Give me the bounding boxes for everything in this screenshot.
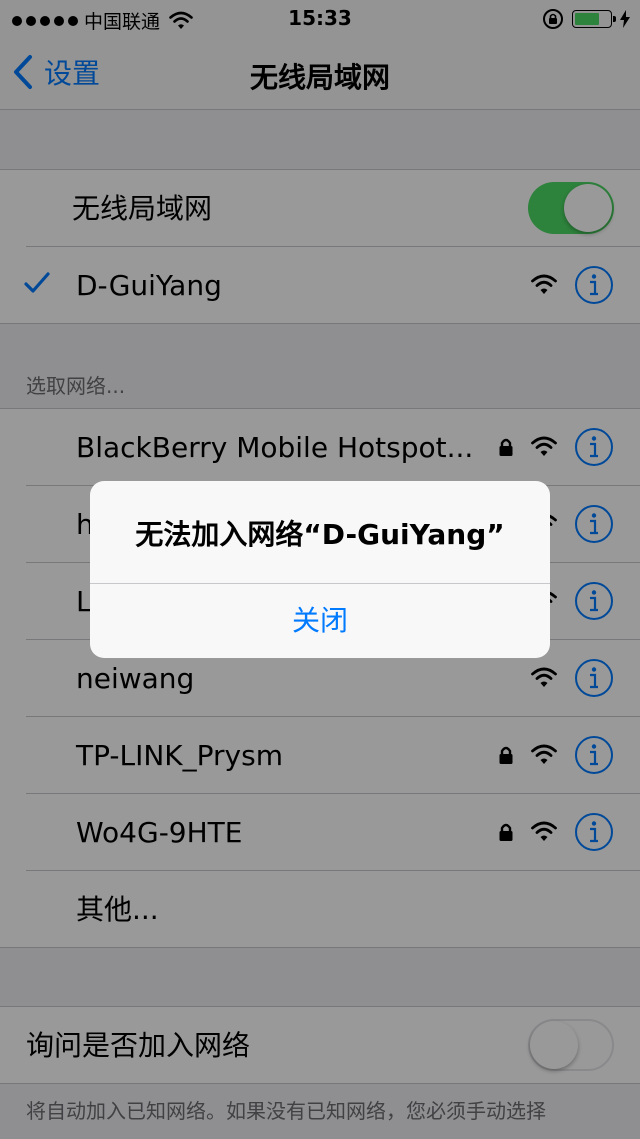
alert-dialog: 无法加入网络“D-GuiYang” 关闭 bbox=[90, 481, 550, 658]
alert-title: 无法加入网络“D-GuiYang” bbox=[135, 518, 505, 551]
alert-close-button[interactable]: 关闭 bbox=[90, 584, 550, 658]
